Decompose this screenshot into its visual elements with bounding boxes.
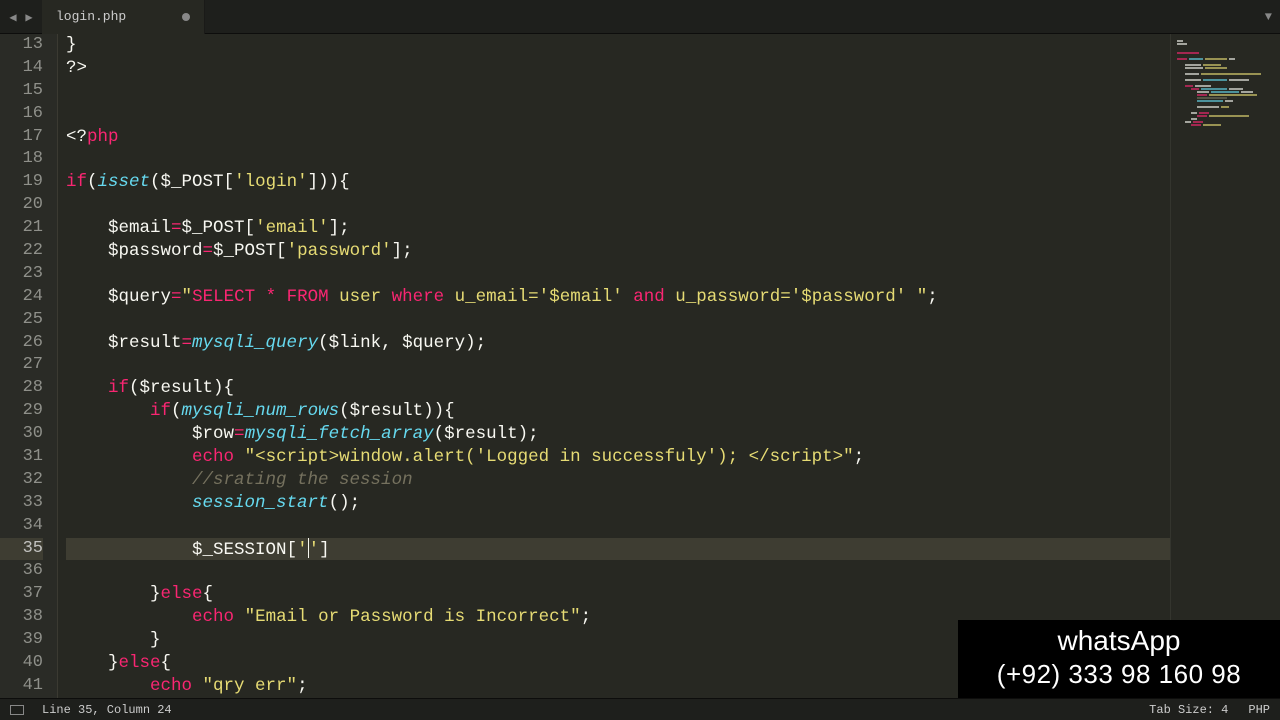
line-number: 14	[0, 57, 43, 80]
line-number: 17	[0, 126, 43, 149]
status-cursor-position[interactable]: Line 35, Column 24	[42, 703, 172, 717]
code-line[interactable]: if(isset($_POST['login'])){	[66, 171, 1170, 194]
line-number: 29	[0, 400, 43, 423]
line-number: 24	[0, 286, 43, 309]
editor: 1314151617181920212223242526272829303132…	[0, 34, 1280, 698]
line-number: 31	[0, 446, 43, 469]
line-number: 32	[0, 469, 43, 492]
code-line[interactable]: echo "<script>window.alert('Logged in su…	[66, 446, 1170, 469]
code-line[interactable]: $email=$_POST['email'];	[66, 217, 1170, 240]
code-line[interactable]: $password=$_POST['password'];	[66, 240, 1170, 263]
code-line[interactable]: $result=mysqli_query($link, $query);	[66, 332, 1170, 355]
watermark-title: whatsApp	[964, 624, 1274, 658]
code-line[interactable]	[66, 148, 1170, 171]
line-number: 19	[0, 171, 43, 194]
line-number-gutter[interactable]: 1314151617181920212223242526272829303132…	[0, 34, 58, 698]
minimap[interactable]	[1170, 34, 1280, 698]
code-line[interactable]	[66, 515, 1170, 538]
line-number: 36	[0, 560, 43, 583]
code-line[interactable]: session_start();	[66, 492, 1170, 515]
code-line[interactable]	[66, 103, 1170, 126]
line-number: 33	[0, 492, 43, 515]
code-line[interactable]	[66, 194, 1170, 217]
code-line[interactable]	[66, 309, 1170, 332]
line-number: 25	[0, 309, 43, 332]
code-line[interactable]: ?>	[66, 57, 1170, 80]
code-line[interactable]	[66, 263, 1170, 286]
line-number: 40	[0, 652, 43, 675]
file-tab-label: login.php	[56, 9, 126, 24]
watermark-phone: (+92) 333 98 160 98	[964, 658, 1274, 690]
line-number: 39	[0, 629, 43, 652]
line-number: 15	[0, 80, 43, 103]
line-number: 23	[0, 263, 43, 286]
tab-dropdown-icon[interactable]: ▼	[1265, 10, 1272, 24]
code-line[interactable]	[66, 354, 1170, 377]
status-bar: Line 35, Column 24 Tab Size: 4 PHP	[0, 698, 1280, 720]
status-tab-size[interactable]: Tab Size: 4	[1149, 703, 1228, 717]
line-number: 35	[0, 538, 43, 561]
line-number: 34	[0, 515, 43, 538]
line-number: 13	[0, 34, 43, 57]
code-line[interactable]: }else{	[66, 583, 1170, 606]
file-tab[interactable]: login.php	[42, 0, 205, 34]
code-line[interactable]	[66, 560, 1170, 583]
code-line[interactable]: $query="SELECT * FROM user where u_email…	[66, 286, 1170, 309]
watermark-overlay: whatsApp (+92) 333 98 160 98	[958, 620, 1280, 698]
line-number: 38	[0, 606, 43, 629]
line-number: 27	[0, 354, 43, 377]
line-number: 30	[0, 423, 43, 446]
code-line[interactable]: <?php	[66, 126, 1170, 149]
code-line[interactable]: if($result){	[66, 377, 1170, 400]
line-number: 41	[0, 675, 43, 698]
code-line[interactable]: $row=mysqli_fetch_array($result);	[66, 423, 1170, 446]
status-panel-icon[interactable]	[10, 705, 24, 715]
unsaved-indicator-icon	[182, 13, 190, 21]
code-line[interactable]: if(mysqli_num_rows($result)){	[66, 400, 1170, 423]
line-number: 22	[0, 240, 43, 263]
line-number: 21	[0, 217, 43, 240]
line-number: 20	[0, 194, 43, 217]
line-number: 16	[0, 103, 43, 126]
tab-next-icon[interactable]: ▶	[22, 10, 36, 24]
line-number: 37	[0, 583, 43, 606]
tab-prev-icon[interactable]: ◀	[6, 10, 20, 24]
code-line[interactable]: //srating the session	[66, 469, 1170, 492]
code-line[interactable]	[66, 80, 1170, 103]
code-line[interactable]: $_SESSION['']	[66, 538, 1170, 561]
tab-bar: ◀ ▶ login.php ▼	[0, 0, 1280, 34]
line-number: 18	[0, 148, 43, 171]
line-number: 26	[0, 332, 43, 355]
code-line[interactable]: }	[66, 34, 1170, 57]
code-area[interactable]: }?> <?php if(isset($_POST['login'])){ $ema…	[58, 34, 1170, 698]
line-number: 28	[0, 377, 43, 400]
status-language[interactable]: PHP	[1248, 703, 1270, 717]
tab-nav-arrows: ◀ ▶	[0, 10, 42, 24]
